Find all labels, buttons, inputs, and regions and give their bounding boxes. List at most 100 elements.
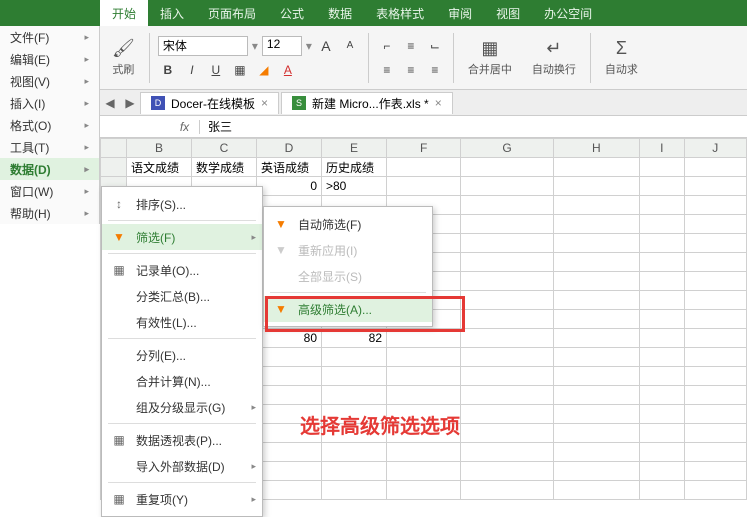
cell[interactable] [461, 348, 553, 367]
doc-tab-docer[interactable]: D Docer-在线模板 × [140, 92, 279, 114]
merge-center-button[interactable]: ▦合并居中 [462, 36, 518, 79]
cell[interactable] [553, 348, 639, 367]
cell[interactable] [684, 405, 746, 424]
cell[interactable] [461, 443, 553, 462]
cell[interactable] [257, 367, 322, 386]
cell[interactable] [387, 367, 461, 386]
cell[interactable] [257, 481, 322, 500]
cell[interactable] [639, 291, 684, 310]
align-mid-button[interactable]: ≡ [401, 36, 421, 56]
shrink-font-button[interactable]: A [340, 36, 360, 56]
menu-edit[interactable]: 编辑(E)▸ [0, 48, 99, 70]
row-header[interactable] [101, 158, 127, 177]
tab-next-button[interactable]: ▶ [120, 96, 140, 110]
cell[interactable] [461, 367, 553, 386]
menu-item[interactable]: 导入外部数据(D)▸ [102, 453, 262, 479]
menu-item[interactable]: 有效性(L)... [102, 309, 262, 335]
cell[interactable] [684, 291, 746, 310]
cell[interactable] [639, 443, 684, 462]
align-left-button[interactable]: ≡ [377, 60, 397, 80]
col-header-H[interactable]: H [553, 139, 639, 158]
cell[interactable] [461, 386, 553, 405]
cell[interactable] [461, 291, 553, 310]
menu-item[interactable]: ▦数据透视表(P)... [102, 427, 262, 453]
cell[interactable] [684, 462, 746, 481]
cell[interactable] [684, 310, 746, 329]
cell[interactable] [639, 481, 684, 500]
menu-item[interactable]: 分类汇总(B)... [102, 283, 262, 309]
menu-insert[interactable]: 插入(I)▸ [0, 92, 99, 114]
border-button[interactable]: ▦ [230, 60, 250, 80]
align-center-button[interactable]: ≡ [401, 60, 421, 80]
cell[interactable]: 英语成绩 [257, 158, 322, 177]
cell[interactable] [684, 424, 746, 443]
cell[interactable]: 语文成绩 [127, 158, 192, 177]
cell[interactable]: 数学成绩 [192, 158, 257, 177]
tab-formula[interactable]: 公式 [268, 0, 316, 26]
cell[interactable]: 0 [257, 177, 322, 196]
cell[interactable] [322, 386, 387, 405]
cell[interactable] [461, 253, 553, 272]
cell[interactable] [553, 405, 639, 424]
cell[interactable] [553, 310, 639, 329]
cell[interactable] [553, 424, 639, 443]
italic-button[interactable]: I [182, 60, 202, 80]
formula-input[interactable]: 张三 [200, 118, 240, 135]
menu-file[interactable]: 文件(F)▸ [0, 26, 99, 48]
menu-item[interactable]: ▦记录单(O)... [102, 257, 262, 283]
col-header-C[interactable]: C [192, 139, 257, 158]
format-painter-button[interactable]: 🖌式刷 [106, 36, 141, 79]
cell[interactable] [684, 367, 746, 386]
cell[interactable] [461, 424, 553, 443]
cell[interactable] [684, 348, 746, 367]
cell[interactable] [257, 443, 322, 462]
cell[interactable] [639, 424, 684, 443]
cell[interactable]: >80 [322, 177, 387, 196]
cell[interactable] [553, 386, 639, 405]
select-all-cell[interactable] [101, 139, 127, 158]
menu-help[interactable]: 帮助(H)▸ [0, 202, 99, 224]
menu-tools[interactable]: 工具(T)▸ [0, 136, 99, 158]
cell[interactable] [461, 462, 553, 481]
tab-review[interactable]: 审阅 [436, 0, 484, 26]
cell[interactable] [553, 481, 639, 500]
font-size-combo[interactable]: 12 [262, 36, 302, 56]
cell[interactable] [257, 462, 322, 481]
cell[interactable]: 历史成绩 [322, 158, 387, 177]
fx-button[interactable]: fx [170, 120, 200, 134]
cell[interactable] [684, 443, 746, 462]
cell[interactable] [387, 386, 461, 405]
menu-item[interactable]: ↕排序(S)... [102, 191, 262, 217]
cell[interactable] [387, 462, 461, 481]
autosum-button[interactable]: Σ自动求 [599, 36, 644, 79]
align-right-button[interactable]: ≡ [425, 60, 445, 80]
col-header-G[interactable]: G [461, 139, 553, 158]
cell[interactable] [684, 272, 746, 291]
cell[interactable] [684, 481, 746, 500]
align-top-button[interactable]: ⌐ [377, 36, 397, 56]
cell[interactable] [322, 367, 387, 386]
align-bottom-button[interactable]: ⌙ [425, 36, 445, 56]
close-tab-button[interactable]: × [435, 96, 442, 110]
cell[interactable] [553, 253, 639, 272]
close-tab-button[interactable]: × [261, 96, 268, 110]
cell[interactable] [684, 386, 746, 405]
col-header-F[interactable]: F [387, 139, 461, 158]
cell[interactable] [684, 329, 746, 348]
cell[interactable] [639, 310, 684, 329]
cell[interactable] [639, 367, 684, 386]
fill-color-button[interactable]: ◢ [254, 60, 274, 80]
cell[interactable] [387, 443, 461, 462]
cell[interactable] [639, 272, 684, 291]
cell[interactable] [553, 329, 639, 348]
underline-button[interactable]: U [206, 60, 226, 80]
tab-data[interactable]: 数据 [316, 0, 364, 26]
cell[interactable] [387, 348, 461, 367]
tab-start[interactable]: 开始 [100, 0, 148, 26]
cell[interactable] [461, 481, 553, 500]
col-header-E[interactable]: E [322, 139, 387, 158]
col-header-J[interactable]: J [684, 139, 746, 158]
cell[interactable] [322, 462, 387, 481]
cell[interactable] [639, 329, 684, 348]
cell[interactable] [639, 253, 684, 272]
